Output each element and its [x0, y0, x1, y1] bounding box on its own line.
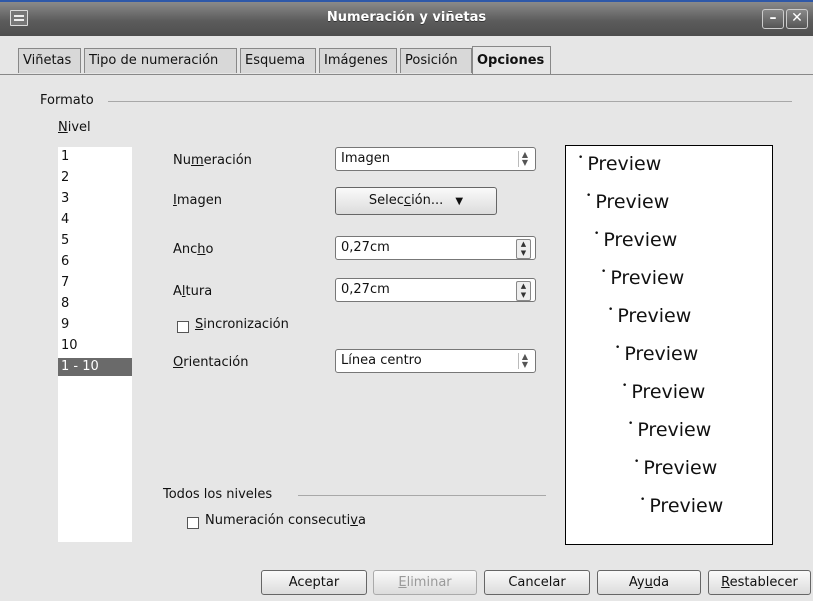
bullet-icon: •	[586, 191, 592, 201]
spin-arrows-icon: ▲ ▼	[518, 151, 531, 167]
tab-posicion[interactable]: Posición	[400, 48, 472, 73]
tab-opciones[interactable]: Opciones	[472, 46, 551, 75]
format-separator	[108, 101, 792, 102]
preview-line-7: • Preview	[622, 381, 706, 403]
bullet-icon: •	[622, 381, 628, 391]
sincronizacion-label: Sincronización	[195, 317, 289, 332]
level-item-10[interactable]: 10	[61, 338, 78, 353]
tab-esquema[interactable]: Esquema	[240, 48, 316, 73]
preview-line-6: • Preview	[615, 343, 699, 365]
reset-button[interactable]: Restablecer	[708, 570, 811, 595]
bullet-icon: •	[594, 229, 600, 239]
preview-panel: • Preview • Preview • Preview • Preview • Pre…	[565, 145, 773, 545]
delete-button[interactable]: Eliminar	[373, 570, 477, 595]
orientacion-label: Orientación	[173, 355, 249, 370]
all-levels-section-label: Todos los niveles	[163, 487, 273, 502]
sincronizacion-checkbox[interactable]	[177, 321, 189, 333]
bullet-icon: •	[634, 457, 640, 467]
format-section-label: Formato	[40, 93, 94, 108]
ancho-spinbox[interactable]: 0,27cm ▲ ▼	[335, 236, 536, 260]
tab-imagenes[interactable]: Imágenes	[319, 48, 397, 73]
minimize-icon[interactable]: –	[762, 9, 784, 29]
bullet-icon: •	[601, 267, 607, 277]
preview-line-10: • Preview	[640, 495, 724, 517]
level-item-all[interactable]: 1 - 10	[58, 358, 132, 376]
help-button[interactable]: Ayuda	[597, 570, 701, 595]
level-item-2[interactable]: 2	[61, 170, 69, 185]
ancho-label: Ancho	[173, 242, 214, 257]
level-label: Nivel	[58, 120, 91, 135]
orientacion-select[interactable]: Línea centro ▲ ▼	[335, 349, 536, 373]
numeracion-select[interactable]: Imagen ▲ ▼	[335, 147, 536, 171]
level-item-1[interactable]: 1	[61, 149, 69, 164]
tab-baseline	[0, 74, 813, 75]
preview-line-1: • Preview	[578, 153, 662, 175]
level-list[interactable]: 1 2 3 4 5 6 7 8 9 10 1 - 10	[58, 147, 132, 542]
tab-vinetas[interactable]: Viñetas	[18, 48, 81, 73]
numeracion-label: Numeración	[173, 153, 252, 168]
preview-line-3: • Preview	[594, 229, 678, 251]
spin-arrows-icon[interactable]: ▲ ▼	[516, 281, 531, 301]
altura-label: Altura	[173, 284, 213, 299]
level-item-3[interactable]: 3	[61, 191, 69, 206]
spin-arrows-icon: ▲ ▼	[518, 353, 531, 369]
level-item-8[interactable]: 8	[61, 296, 69, 311]
accept-button[interactable]: Aceptar	[261, 570, 367, 595]
consecutive-numbering-label: Numeración consecutiva	[205, 513, 366, 528]
preview-line-9: • Preview	[634, 457, 718, 479]
bullet-icon: •	[640, 495, 646, 505]
bullet-icon: •	[615, 343, 621, 353]
tab-tipo-numeracion[interactable]: Tipo de numeración	[84, 48, 237, 73]
level-item-7[interactable]: 7	[61, 275, 69, 290]
preview-line-2: • Preview	[586, 191, 670, 213]
title-bar: Numeración y viñetas – ✕	[0, 2, 813, 36]
imagen-label: Imagen	[173, 193, 222, 208]
bullet-icon: •	[628, 419, 634, 429]
chevron-down-icon: ▼	[455, 196, 464, 207]
level-item-6[interactable]: 6	[61, 254, 69, 269]
preview-line-4: • Preview	[601, 267, 685, 289]
imagen-selection-button[interactable]: Selección... ▼	[335, 187, 497, 215]
window-title: Numeración y viñetas	[326, 10, 487, 25]
level-item-4[interactable]: 4	[61, 212, 69, 227]
level-item-5[interactable]: 5	[61, 233, 69, 248]
level-item-9[interactable]: 9	[61, 317, 69, 332]
altura-spinbox[interactable]: 0,27cm ▲ ▼	[335, 278, 536, 302]
cancel-button[interactable]: Cancelar	[484, 570, 590, 595]
bullet-icon: •	[608, 305, 614, 315]
close-icon[interactable]: ✕	[786, 9, 808, 29]
consecutive-numbering-checkbox[interactable]	[187, 517, 199, 529]
spin-arrows-icon[interactable]: ▲ ▼	[516, 239, 531, 259]
all-levels-separator	[298, 495, 546, 496]
preview-line-8: • Preview	[628, 419, 712, 441]
preview-line-5: • Preview	[608, 305, 692, 327]
bullet-icon: •	[578, 153, 584, 163]
